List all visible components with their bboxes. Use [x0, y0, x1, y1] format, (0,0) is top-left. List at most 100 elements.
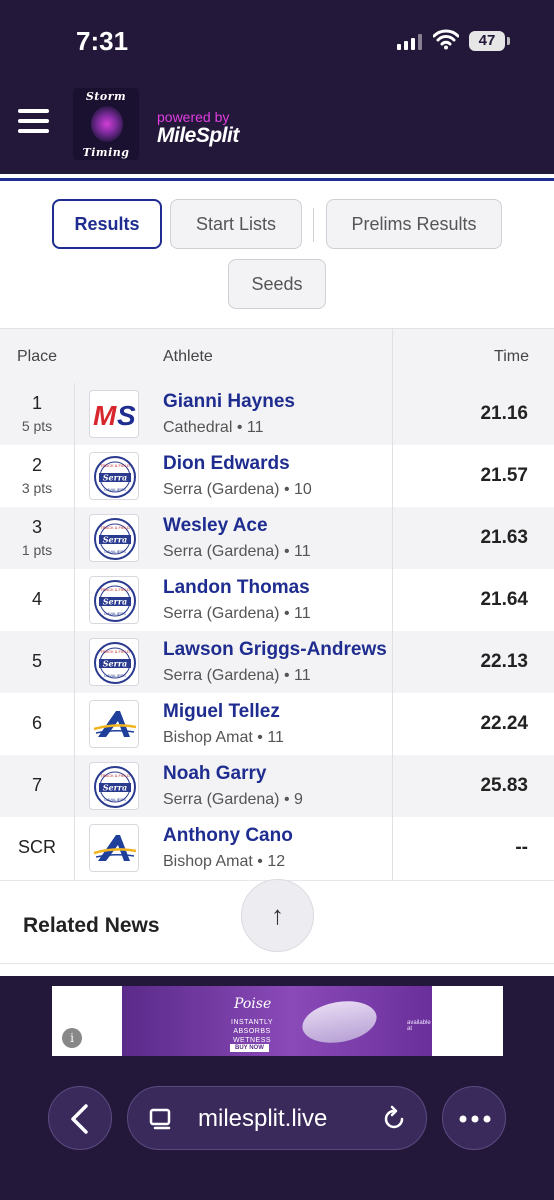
table-row[interactable]: 2 3 pts Serra TRACK & FIELD CAVALIERS Dion Ed…: [0, 445, 554, 507]
athlete-name[interactable]: Noah Garry: [163, 763, 266, 785]
cellular-signal-icon: [397, 34, 423, 50]
ad-buy-button[interactable]: BUY NOW: [230, 1044, 269, 1052]
serra-logo: Serra TRACK & FIELD CAVALIERS: [89, 514, 139, 562]
milesplit-brand[interactable]: MileSplit: [157, 124, 239, 148]
header-accent-line: [0, 178, 554, 181]
app-header: 7:31 47 Storm Timing powered by MileSpli…: [0, 0, 554, 170]
athlete-time: 22.13: [480, 651, 528, 672]
battery-indicator: 47: [469, 31, 505, 51]
tab-seeds[interactable]: Seeds: [228, 259, 326, 309]
powered-by-label: powered by: [157, 109, 230, 125]
table-row[interactable]: SCR Anthony Cano Bishop Amat • 12 --: [0, 817, 554, 879]
serra-logo: Serra TRACK & FIELD CAVALIERS: [89, 576, 139, 624]
bishop-amat-logo: [89, 700, 139, 748]
athlete-name[interactable]: Anthony Cano: [163, 825, 293, 847]
place-points: 5 pts: [21, 418, 53, 434]
place-number: SCR: [17, 837, 56, 857]
ad-text: INSTANTLY ABSORBS WETNESS: [231, 1019, 273, 1044]
more-icon: [459, 1115, 491, 1123]
results-table: Place Athlete Time 1 5 pts M S Gianni Haynes…: [0, 328, 554, 880]
table-row[interactable]: 6 Miguel Tellez Bishop Amat • 11 22.24: [0, 693, 554, 755]
page-tabs-icon[interactable]: [148, 1107, 174, 1133]
header-place[interactable]: Place: [17, 348, 57, 366]
address-bar[interactable]: milesplit.live: [127, 1086, 427, 1150]
ad-image[interactable]: Poise INSTANTLY ABSORBS WETNESS BUY NOW …: [122, 986, 432, 1056]
athlete-team: Serra (Gardena) • 11: [163, 543, 311, 560]
svg-text:Serra: Serra: [103, 659, 127, 669]
menu-icon[interactable]: [18, 109, 50, 133]
ad-product-image: [299, 995, 380, 1049]
header-athlete[interactable]: Athlete: [163, 348, 213, 366]
athlete-team: Bishop Amat • 12: [163, 853, 286, 870]
header-time[interactable]: Time: [494, 348, 529, 366]
ad-banner[interactable]: i Poise INSTANTLY ABSORBS WETNESS BUY NO…: [52, 986, 503, 1056]
table-row[interactable]: 1 5 pts M S Gianni Haynes Cathedral • 11 21.16: [0, 383, 554, 445]
athlete-name[interactable]: Gianni Haynes: [163, 391, 295, 413]
table-row[interactable]: 5 Serra TRACK & FIELD CAVALIERS Lawson Grigg…: [0, 631, 554, 693]
athlete-name[interactable]: Lawson Griggs-Andrews: [163, 639, 387, 661]
bishop-amat-logo: [89, 824, 139, 872]
arrow-up-icon: ↑: [271, 900, 284, 930]
logo-orb: [91, 106, 123, 142]
svg-text:TRACK & FIELD: TRACK & FIELD: [100, 525, 130, 530]
place-points: 1 pts: [21, 542, 53, 558]
logo-top-text: Storm: [85, 90, 127, 103]
athlete-name[interactable]: Wesley Ace: [163, 515, 268, 537]
athlete-time: 21.64: [480, 589, 528, 610]
athlete-name[interactable]: Landon Thomas: [163, 577, 310, 599]
ad-available: available at: [407, 1020, 431, 1032]
svg-text:S: S: [117, 400, 136, 431]
athlete-team: Serra (Gardena) • 11: [163, 605, 311, 622]
svg-text:CAVALIERS: CAVALIERS: [104, 797, 126, 802]
svg-text:Serra: Serra: [103, 597, 127, 607]
tab-prelims-results[interactable]: Prelims Results: [326, 199, 502, 249]
athlete-team: Serra (Gardena) • 11: [163, 667, 311, 684]
url-text[interactable]: milesplit.live: [198, 1105, 327, 1133]
svg-text:CAVALIERS: CAVALIERS: [104, 673, 126, 678]
scroll-to-top-button[interactable]: ↑: [241, 879, 314, 952]
tab-start-lists[interactable]: Start Lists: [170, 199, 302, 249]
place-number: 5: [31, 651, 42, 671]
athlete-name[interactable]: Dion Edwards: [163, 453, 290, 475]
place-number: 2: [31, 455, 42, 475]
place-number: 4: [31, 589, 42, 609]
svg-text:CAVALIERS: CAVALIERS: [104, 611, 126, 616]
svg-text:Serra: Serra: [103, 783, 127, 793]
related-news-title: Related News: [23, 914, 160, 937]
storm-timing-logo[interactable]: Storm Timing: [73, 88, 139, 160]
tab-results[interactable]: Results: [52, 199, 162, 249]
table-row[interactable]: 4 Serra TRACK & FIELD CAVALIERS Landon Thoma…: [0, 569, 554, 631]
athlete-time: 22.24: [480, 713, 528, 734]
athlete-time: 21.63: [480, 527, 528, 548]
svg-text:Serra: Serra: [103, 473, 127, 483]
table-row[interactable]: 7 Serra TRACK & FIELD CAVALIERS Noah Garry Se…: [0, 755, 554, 817]
serra-logo: Serra TRACK & FIELD CAVALIERS: [89, 452, 139, 500]
place-number: 6: [31, 713, 42, 733]
time-column-divider: [392, 328, 393, 880]
info-icon[interactable]: i: [62, 1028, 82, 1048]
svg-text:CAVALIERS: CAVALIERS: [104, 487, 126, 492]
header-divider: [0, 170, 554, 174]
serra-logo: Serra TRACK & FIELD CAVALIERS: [89, 638, 139, 686]
chevron-left-icon: [71, 1104, 88, 1134]
athlete-team: Serra (Gardena) • 10: [163, 481, 312, 498]
back-button[interactable]: [48, 1086, 112, 1150]
svg-text:TRACK & FIELD: TRACK & FIELD: [100, 587, 130, 592]
athlete-time: 21.57: [480, 465, 528, 486]
athlete-name[interactable]: Miguel Tellez: [163, 701, 280, 723]
athlete-time: 25.83: [480, 775, 528, 796]
reload-icon[interactable]: [380, 1105, 408, 1133]
athlete-time: --: [515, 837, 528, 858]
svg-text:M: M: [93, 400, 117, 431]
athlete-time: 21.16: [480, 403, 528, 424]
logo-bottom-text: Timing: [82, 146, 130, 159]
serra-logo: Serra TRACK & FIELD CAVALIERS: [89, 762, 139, 810]
table-row[interactable]: 3 1 pts Serra TRACK & FIELD CAVALIERS Wesley …: [0, 507, 554, 569]
status-time: 7:31: [76, 26, 129, 56]
svg-text:TRACK & FIELD: TRACK & FIELD: [100, 463, 130, 468]
more-options-button[interactable]: [442, 1086, 506, 1150]
svg-text:Serra: Serra: [103, 535, 127, 545]
athlete-team: Cathedral • 11: [163, 419, 264, 436]
ad-brand: Poise: [234, 996, 272, 1012]
table-header: Place Athlete Time: [0, 328, 554, 383]
